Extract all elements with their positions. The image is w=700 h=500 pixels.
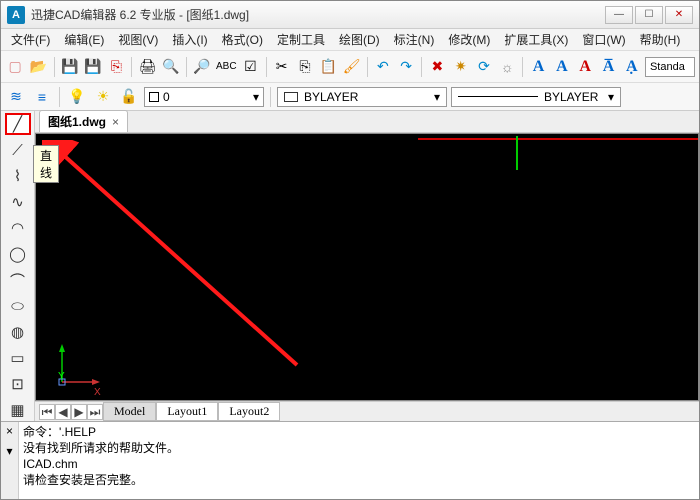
app-icon: A	[7, 6, 25, 24]
arc-tool[interactable]: ◠	[5, 217, 31, 239]
layout-tabs: ⏮ ◀ ▶ ⏭ Model Layout1 Layout2	[35, 401, 699, 421]
linetype-label: BYLAYER	[544, 90, 598, 104]
point-tool[interactable]: ⊡	[5, 373, 31, 395]
regen-icon[interactable]: ✷	[451, 56, 471, 78]
close-button[interactable]: ✕	[665, 6, 693, 24]
textstyle-combo[interactable]	[645, 57, 695, 77]
cmd-pin-icon[interactable]: ▾	[1, 444, 18, 458]
menu-window[interactable]: 窗口(W)	[576, 29, 631, 50]
ucs-icon	[56, 342, 106, 392]
color-label: BYLAYER	[304, 90, 358, 104]
text1-icon[interactable]: A	[528, 56, 548, 78]
text2-icon[interactable]: A	[552, 56, 572, 78]
select-icon[interactable]: ☑	[240, 56, 260, 78]
layer-state-icon[interactable]: ≡	[31, 86, 53, 108]
layer-toolbar: ≋ ≡ 💡 ☀ 🔓 0 ▾ BYLAYER ▾ BYLAYER ▾	[1, 83, 699, 111]
command-output[interactable]: 命令：'.HELP 没有找到所请求的帮助文件。 ICAD.chm 请检查安装是否…	[19, 422, 699, 499]
menu-modify[interactable]: 修改(M)	[442, 29, 496, 50]
save-icon[interactable]: 💾	[60, 56, 80, 78]
color-bylayer-combo[interactable]: BYLAYER ▾	[277, 87, 447, 107]
green-guide-line	[516, 136, 518, 170]
menu-edit[interactable]: 编辑(E)	[58, 29, 110, 50]
ellipse-tool[interactable]: ⬭	[5, 295, 31, 317]
xline-tool[interactable]: ⟋	[5, 139, 31, 161]
line-tooltip: 直线	[33, 145, 59, 183]
draw-toolbar: ╱ 直线 ⟋ ⌇ ∿ ◠ ◯ ⌒ ⬭ ◍ ▭ ⊡ ▦	[1, 111, 35, 421]
preview-icon[interactable]: 🔍	[161, 56, 181, 78]
menu-insert[interactable]: 插入(I)	[166, 29, 213, 50]
line-tool[interactable]: ╱	[5, 113, 31, 135]
tab-last-icon[interactable]: ⏭	[87, 404, 103, 420]
layer-color-swatch	[149, 92, 159, 102]
cut-icon[interactable]: ✂	[272, 56, 292, 78]
saveall-icon[interactable]: 💾	[83, 56, 103, 78]
layer-dropdown[interactable]: 0 ▾	[144, 87, 264, 107]
paste-icon[interactable]: 📋	[318, 56, 338, 78]
bulb-icon[interactable]: 💡	[66, 86, 88, 108]
cancel-icon[interactable]: ✖	[427, 56, 447, 78]
menu-help[interactable]: 帮助(H)	[634, 29, 687, 50]
menu-file[interactable]: 文件(F)	[5, 29, 56, 50]
main-toolbar: ▢ 📂 💾 💾 ⎘ 🖨 🔍 🔎 ABC ☑ ✂ ⎘ 📋 🖌 ↶ ↷ ✖ ✷ ⟳ …	[1, 51, 699, 83]
menu-format[interactable]: 格式(O)	[216, 29, 269, 50]
red-guide-line	[418, 138, 698, 140]
undo-icon[interactable]: ↶	[373, 56, 393, 78]
find-icon[interactable]: 🔎	[192, 56, 212, 78]
menu-annot[interactable]: 标注(N)	[388, 29, 441, 50]
rect-tool[interactable]: ▭	[5, 347, 31, 369]
audit-icon[interactable]: ☼	[497, 56, 517, 78]
pdf-icon[interactable]: ⎘	[106, 56, 126, 78]
linetype-sample-icon	[458, 96, 538, 97]
tab-first-icon[interactable]: ⏮	[39, 404, 55, 420]
matchprop-icon[interactable]: 🖌	[341, 56, 361, 78]
lock-icon[interactable]: 🔓	[118, 86, 140, 108]
linetype-bylayer-combo[interactable]: BYLAYER ▾	[451, 87, 621, 107]
menu-custom[interactable]: 定制工具	[271, 29, 331, 50]
model-tab[interactable]: Model	[103, 402, 156, 421]
maximize-button[interactable]: ☐	[635, 6, 663, 24]
text3-icon[interactable]: A	[575, 56, 595, 78]
tab-prev-icon[interactable]: ◀	[55, 404, 71, 420]
tab-next-icon[interactable]: ▶	[71, 404, 87, 420]
menu-ext[interactable]: 扩展工具(X)	[498, 29, 574, 50]
open-icon[interactable]: 📂	[28, 56, 48, 78]
cmd-close-icon[interactable]: ×	[1, 424, 18, 438]
spline-tool[interactable]: ∿	[5, 191, 31, 213]
document-tab[interactable]: 图纸1.dwg ×	[39, 110, 128, 132]
window-title: 迅捷CAD编辑器 6.2 专业版 - [图纸1.dwg]	[31, 6, 249, 23]
document-tab-label: 图纸1.dwg	[48, 113, 106, 130]
layer-mgr-icon[interactable]: ≋	[5, 86, 27, 108]
command-panel: × ▾ 命令：'.HELP 没有找到所请求的帮助文件。 ICAD.chm 请检查…	[1, 421, 699, 499]
menu-view[interactable]: 视图(V)	[112, 29, 164, 50]
copy-icon[interactable]: ⎘	[295, 56, 315, 78]
tab-close-icon[interactable]: ×	[112, 115, 119, 129]
hatch-tool[interactable]: ▦	[5, 399, 31, 421]
text4-icon[interactable]: A̅	[598, 56, 618, 78]
spell-icon[interactable]: ABC	[215, 56, 237, 78]
layout2-tab[interactable]: Layout2	[218, 402, 280, 421]
text5-icon[interactable]: Ạ	[622, 56, 642, 78]
print-icon[interactable]: 🖨	[137, 56, 157, 78]
layout1-tab[interactable]: Layout1	[156, 402, 218, 421]
menu-draw[interactable]: 绘图(D)	[333, 29, 386, 50]
arc2-tool[interactable]: ⌒	[5, 269, 31, 291]
circle-tool[interactable]: ◯	[5, 243, 31, 265]
axis-x-label: X	[94, 387, 101, 398]
annotation-arrow	[42, 140, 302, 370]
axis-y-label: Y	[58, 371, 65, 382]
polyline-tool[interactable]: ⌇	[5, 165, 31, 187]
menu-bar: 文件(F) 编辑(E) 视图(V) 插入(I) 格式(O) 定制工具 绘图(D)…	[1, 29, 699, 51]
minimize-button[interactable]: —	[605, 6, 633, 24]
donut-tool[interactable]: ◍	[5, 321, 31, 343]
redo-icon[interactable]: ↷	[396, 56, 416, 78]
color-swatch-icon	[284, 92, 298, 102]
layer-name: 0	[163, 90, 170, 104]
new-icon[interactable]: ▢	[5, 56, 25, 78]
sun-icon[interactable]: ☀	[92, 86, 114, 108]
purge-icon[interactable]: ⟳	[474, 56, 494, 78]
drawing-canvas[interactable]: Y X	[35, 133, 699, 401]
